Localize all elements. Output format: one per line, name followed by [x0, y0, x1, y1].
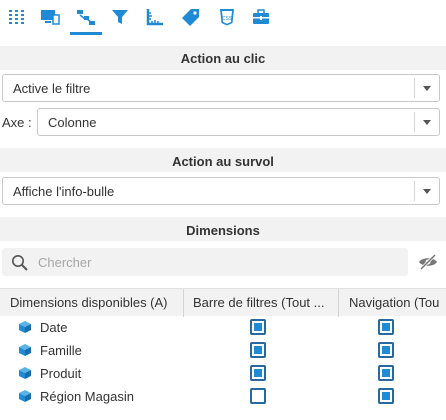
- css-icon[interactable]: CSS: [214, 4, 240, 30]
- chevron-down-icon: [423, 120, 431, 125]
- monitor-icon[interactable]: [37, 4, 63, 30]
- dimension-label: Famille: [40, 343, 82, 358]
- tag-icon[interactable]: [178, 4, 204, 30]
- toolbar: CSS: [0, 0, 446, 36]
- column-header-filter-bar[interactable]: Barre de filtres (Tout ...: [193, 295, 335, 310]
- search-icon: [11, 254, 29, 275]
- navigation-checkbox[interactable]: [378, 319, 394, 335]
- click-action-title: Action au clic: [180, 51, 266, 66]
- select-separator: [414, 181, 415, 201]
- column-header-navigation[interactable]: Navigation (Tou: [349, 295, 446, 310]
- dimension-label: Date: [40, 320, 68, 335]
- filter-bar-checkbox[interactable]: [250, 342, 266, 358]
- ruler-icon[interactable]: [142, 4, 168, 30]
- cube-icon: [18, 343, 32, 360]
- click-action-value: Active le filtre: [13, 81, 91, 96]
- hover-action-header: Action au survol: [0, 148, 446, 172]
- cube-icon: [18, 366, 32, 383]
- hover-action-value: Affiche l'info-bulle: [13, 184, 115, 199]
- table-row: Région Magasin: [0, 385, 446, 408]
- dimensions-header: Dimensions: [0, 217, 446, 241]
- filter-bar-checkbox[interactable]: [250, 319, 266, 335]
- chevron-down-icon: [423, 189, 431, 194]
- cube-icon: [18, 389, 32, 406]
- active-tab-indicator: [70, 32, 102, 35]
- table-row: Produit: [0, 362, 446, 385]
- filter-bar-checkbox[interactable]: [250, 365, 266, 381]
- filter-icon[interactable]: [107, 4, 133, 30]
- hover-action-select[interactable]: Affiche l'info-bulle: [2, 177, 440, 205]
- select-separator: [414, 78, 415, 98]
- columns-icon[interactable]: [4, 4, 30, 30]
- column-divider[interactable]: [338, 289, 339, 317]
- axis-label: Axe :: [2, 115, 32, 130]
- click-action-select[interactable]: Active le filtre: [2, 74, 440, 102]
- table-row: Date: [0, 316, 446, 339]
- dimensions-table-header: Dimensions disponibles (A) Barre de filt…: [0, 288, 446, 317]
- search-input[interactable]: [38, 252, 398, 272]
- dimensions-title: Dimensions: [186, 223, 260, 238]
- table-row: Famille: [0, 339, 446, 362]
- hide-eye-icon[interactable]: [418, 253, 438, 271]
- axis-select[interactable]: Colonne: [37, 108, 440, 136]
- search-bar: [2, 248, 408, 276]
- chevron-down-icon: [423, 86, 431, 91]
- interaction-icon[interactable]: [73, 4, 99, 30]
- dimension-label: Région Magasin: [40, 389, 134, 404]
- axis-value: Colonne: [48, 115, 97, 130]
- svg-text:CSS: CSS: [222, 16, 233, 22]
- toolbox-icon[interactable]: [248, 4, 274, 30]
- hover-action-title: Action au survol: [172, 154, 274, 169]
- navigation-checkbox[interactable]: [378, 365, 394, 381]
- click-action-header: Action au clic: [0, 46, 446, 70]
- dimension-label: Produit: [40, 366, 82, 381]
- navigation-checkbox[interactable]: [378, 388, 394, 404]
- cube-icon: [18, 320, 32, 337]
- filter-bar-checkbox[interactable]: [250, 388, 266, 404]
- navigation-checkbox[interactable]: [378, 342, 394, 358]
- column-divider[interactable]: [183, 289, 184, 317]
- column-header-available[interactable]: Dimensions disponibles (A): [10, 295, 182, 310]
- select-separator: [414, 112, 415, 132]
